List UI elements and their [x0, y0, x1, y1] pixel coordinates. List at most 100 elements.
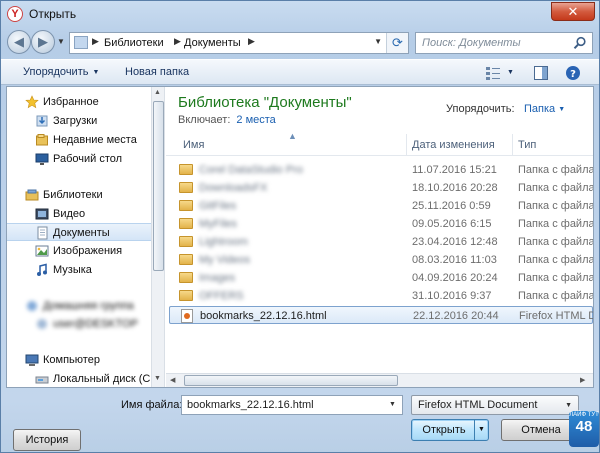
filetype-value: Firefox HTML Document: [418, 399, 538, 411]
nav-item-local-disk-c[interactable]: Локальный диск (C: [7, 370, 151, 387]
scroll-down-icon[interactable]: ▼: [154, 375, 161, 382]
column-divider[interactable]: [406, 134, 407, 156]
recent-pages-chevron-icon[interactable]: ▼: [57, 37, 65, 46]
nav-label: Локальный диск (C: [53, 373, 151, 385]
nav-item-music[interactable]: Музыка: [7, 261, 151, 279]
command-bar: Упорядочить ▼ Новая папка ▼ ?: [1, 59, 599, 85]
folder-icon: [179, 164, 193, 175]
nav-item-video[interactable]: Видео: [7, 205, 151, 223]
nav-item-homegroup[interactable]: Домашняя группа: [7, 297, 151, 315]
file-row[interactable]: GitFiles 25.11.2016 0:59 Папка с файлами: [169, 197, 593, 215]
file-name: My Videos: [199, 254, 251, 266]
nav-label: Избранное: [43, 96, 99, 108]
address-bar[interactable]: ▶ Библиотеки ▶ Документы ▶ ▼ ⟳: [69, 32, 409, 54]
scrollbar-thumb[interactable]: [184, 375, 398, 386]
file-type: Папка с файлами: [518, 200, 593, 212]
folder-icon: [179, 200, 193, 211]
refresh-button[interactable]: ⟳: [386, 33, 408, 53]
file-row-selected[interactable]: bookmarks_22.12.16.html 22.12.2016 20:44…: [169, 306, 593, 324]
history-button[interactable]: История: [13, 429, 81, 451]
horizontal-scrollbar[interactable]: ◀ ▶: [166, 373, 593, 387]
file-row[interactable]: OFFERS 31.10.2016 9:37 Папка с файлами: [169, 287, 593, 305]
chevron-down-icon: ▼: [558, 106, 566, 113]
file-row[interactable]: Images 04.09.2016 20:24 Папка с файлами: [169, 269, 593, 287]
filetype-select[interactable]: Firefox HTML Document ▼: [411, 395, 579, 415]
preview-pane-icon[interactable]: [533, 65, 549, 81]
open-button[interactable]: Открыть ▼: [411, 419, 489, 441]
downloads-icon: [36, 115, 48, 127]
nav-item-documents[interactable]: Документы: [7, 223, 151, 241]
close-button[interactable]: ✕: [551, 2, 595, 21]
file-row[interactable]: Corel DataStudio Pro 11.07.2016 15:21 Па…: [169, 161, 593, 179]
chevron-right-icon[interactable]: ▶: [174, 36, 181, 47]
file-date: 08.03.2016 11:03: [412, 254, 497, 266]
chevron-down-icon[interactable]: ▼: [389, 401, 396, 408]
user-icon: [37, 319, 47, 329]
search-input[interactable]: Поиск: Документы: [415, 32, 593, 54]
arrange-by-dropdown[interactable]: Папка ▼: [524, 103, 565, 115]
open-options-chevron-icon[interactable]: ▼: [474, 420, 488, 440]
navigation-scrollbar[interactable]: ▲ ▼: [151, 87, 165, 387]
scrollbar-thumb[interactable]: [153, 101, 164, 271]
column-divider[interactable]: [512, 134, 513, 156]
chevron-down-icon[interactable]: ▼: [374, 37, 382, 46]
new-folder-button[interactable]: Новая папка: [125, 66, 189, 78]
file-row[interactable]: Lightroom 23.04.2016 12:48 Папка с файла…: [169, 233, 593, 251]
search-icon[interactable]: [573, 36, 587, 50]
file-date: 18.10.2016 20:28: [412, 182, 498, 194]
svg-text:?: ?: [570, 69, 576, 80]
nav-label: Видео: [53, 208, 86, 220]
file-row[interactable]: MyFiles 09.05.2016 6:15 Папка с файлами: [169, 215, 593, 233]
view-options-icon[interactable]: [485, 65, 501, 81]
file-name: OFFERS: [199, 290, 244, 302]
file-date: 09.05.2016 6:15: [412, 218, 492, 230]
file-row[interactable]: My Videos 08.03.2016 11:03 Папка с файла…: [169, 251, 593, 269]
nav-item-libraries[interactable]: Библиотеки: [7, 186, 151, 204]
chevron-right-icon[interactable]: ▶: [248, 36, 255, 47]
recent-icon: [36, 134, 48, 146]
breadcrumb-libraries[interactable]: Библиотеки: [104, 37, 164, 49]
nav-item-images[interactable]: Изображения: [7, 242, 151, 260]
navigation-row: ◀ ▶ ▼ ▶ Библиотеки ▶ Документы ▶ ▼ ⟳ Пои…: [1, 27, 599, 57]
nav-item-computer[interactable]: Компьютер: [7, 351, 151, 369]
documents-icon: [37, 226, 48, 240]
filename-input[interactable]: bookmarks_22.12.16.html: [181, 395, 403, 415]
scroll-left-icon[interactable]: ◀: [170, 376, 175, 384]
arrange-by-label: Упорядочить:: [446, 103, 515, 115]
includes-label: Включает:: [178, 114, 231, 126]
file-name: MyFiles: [199, 218, 237, 230]
nav-label: Недавние места: [53, 134, 137, 146]
nav-label: Рабочий стол: [53, 153, 123, 165]
video-icon: [35, 208, 49, 220]
column-name[interactable]: Имя: [183, 139, 204, 151]
folder-icon: [179, 290, 193, 301]
includes-locations-link[interactable]: 2 места: [236, 114, 275, 126]
column-date-modified[interactable]: Дата изменения: [412, 139, 495, 151]
nav-item-favorites[interactable]: Избранное: [7, 93, 151, 111]
open-file-dialog: Y Открыть ✕ ◀ ▶ ▼ ▶ Библиотеки ▶ Докумен…: [0, 0, 600, 453]
scroll-right-icon[interactable]: ▶: [580, 376, 585, 384]
file-type: Firefox HTML Document: [519, 310, 593, 322]
back-button[interactable]: ◀: [7, 30, 31, 54]
organize-menu[interactable]: Упорядочить ▼: [23, 66, 99, 78]
chevron-down-icon: ▼: [565, 402, 572, 409]
forward-button[interactable]: ▶: [31, 30, 55, 54]
scroll-up-icon[interactable]: ▲: [154, 89, 161, 96]
file-name: Images: [199, 272, 236, 284]
file-date: 22.12.2016 20:44: [413, 310, 499, 322]
nav-item-desktop[interactable]: Рабочий стол: [7, 150, 151, 168]
chevron-down-icon[interactable]: ▼: [507, 69, 514, 76]
title-bar[interactable]: Y Открыть ✕: [1, 1, 599, 27]
nav-label: Документы: [53, 227, 110, 239]
breadcrumb-documents[interactable]: Документы: [184, 37, 241, 49]
help-icon[interactable]: ?: [565, 65, 581, 81]
nav-item-recent-places[interactable]: Недавние места: [7, 131, 151, 149]
file-type: Папка с файлами: [518, 254, 593, 266]
nav-item-downloads[interactable]: Загрузки: [7, 112, 151, 130]
chevron-right-icon[interactable]: ▶: [92, 36, 99, 47]
folder-icon: [179, 254, 193, 265]
nav-item-user[interactable]: user@DESKTOP: [7, 315, 151, 333]
file-type: Папка с файлами: [518, 272, 593, 284]
file-row[interactable]: DownloadsFX 18.10.2016 20:28 Папка с фай…: [169, 179, 593, 197]
column-type[interactable]: Тип: [518, 139, 536, 151]
